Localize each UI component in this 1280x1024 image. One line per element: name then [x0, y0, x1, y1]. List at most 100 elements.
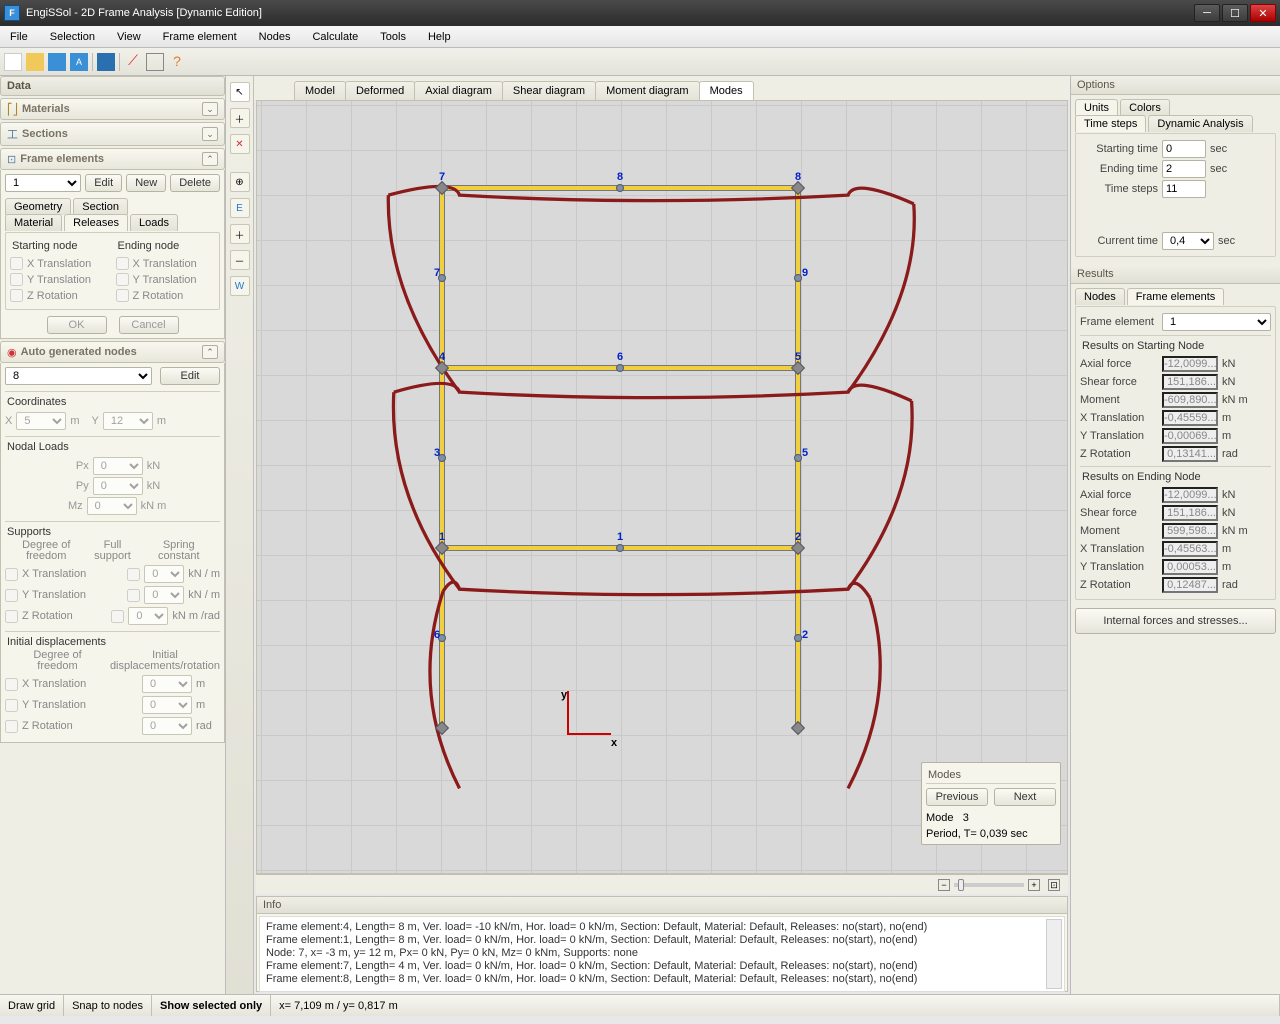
- menu-frame-element[interactable]: Frame element: [159, 29, 241, 45]
- tab-deformed[interactable]: Deformed: [345, 81, 415, 100]
- window-icon[interactable]: [146, 53, 164, 71]
- status-snap[interactable]: Snap to nodes: [64, 995, 152, 1016]
- zoom-in-icon[interactable]: ＋: [230, 224, 250, 244]
- py-input: 0: [93, 477, 143, 495]
- tab-colors[interactable]: Colors: [1120, 99, 1170, 116]
- zoom-fit-icon[interactable]: ⊕: [230, 172, 250, 192]
- tab-material[interactable]: Material: [5, 214, 62, 231]
- autogen-select[interactable]: 8: [5, 367, 152, 385]
- support-x-check: [5, 568, 18, 581]
- next-button[interactable]: Next: [994, 788, 1056, 806]
- materials-header[interactable]: ⎡⎦Materials ⌄: [0, 98, 225, 120]
- maximize-button[interactable]: ☐: [1222, 4, 1248, 22]
- zoom-out-button[interactable]: −: [938, 879, 950, 891]
- x-axis: [567, 733, 611, 735]
- menu-file[interactable]: File: [6, 29, 32, 45]
- menu-calculate[interactable]: Calculate: [308, 29, 362, 45]
- init-z-check: [5, 720, 18, 733]
- start-axial-value: [1162, 356, 1218, 372]
- status-show-selected[interactable]: Show selected only: [152, 995, 271, 1016]
- zoom-out-icon[interactable]: －: [230, 250, 250, 270]
- edit-button[interactable]: Edit: [85, 174, 122, 192]
- start-z-rotation-check: [10, 289, 23, 302]
- new-button[interactable]: New: [126, 174, 166, 192]
- status-coords: x= 7,109 m / y= 0,817 m: [271, 995, 1280, 1016]
- open-file-icon[interactable]: [26, 53, 44, 71]
- tab-model[interactable]: Model: [294, 81, 346, 100]
- chart-icon[interactable]: ⟋: [124, 53, 142, 71]
- current-time-select[interactable]: 0,4: [1162, 232, 1214, 250]
- right-panel: Options Units Colors Time steps Dynamic …: [1070, 76, 1280, 994]
- tab-results-frame-elements[interactable]: Frame elements: [1127, 288, 1224, 305]
- zoom-slider[interactable]: [954, 883, 1024, 887]
- time-steps-input[interactable]: [1162, 180, 1206, 198]
- coordinates-label: Coordinates: [5, 391, 220, 410]
- tab-time-steps[interactable]: Time steps: [1075, 115, 1146, 132]
- zoom-fit-button[interactable]: ⊡: [1048, 879, 1060, 891]
- tab-loads[interactable]: Loads: [130, 214, 178, 231]
- nodal-loads-label: Nodal Loads: [5, 436, 220, 455]
- tab-results-nodes[interactable]: Nodes: [1075, 288, 1125, 305]
- x-axis-label: x: [611, 737, 617, 749]
- tab-section[interactable]: Section: [73, 198, 128, 215]
- delete-button[interactable]: Delete: [170, 174, 220, 192]
- tool-e-icon[interactable]: E: [230, 198, 250, 218]
- close-button[interactable]: ✕: [1250, 4, 1276, 22]
- node: [616, 184, 624, 192]
- menu-nodes[interactable]: Nodes: [255, 29, 295, 45]
- zoom-in-button[interactable]: +: [1028, 879, 1040, 891]
- node: [794, 274, 802, 282]
- previous-button[interactable]: Previous: [926, 788, 988, 806]
- internal-forces-button[interactable]: Internal forces and stresses...: [1075, 608, 1276, 634]
- minimize-button[interactable]: ─: [1194, 4, 1220, 22]
- tab-releases[interactable]: Releases: [64, 214, 128, 231]
- chevron-down-icon[interactable]: ⌄: [202, 102, 218, 116]
- autogen-edit-button[interactable]: Edit: [160, 367, 220, 385]
- tab-shear-diagram[interactable]: Shear diagram: [502, 81, 596, 100]
- help-icon[interactable]: ?: [168, 53, 186, 71]
- end-moment-value: [1162, 523, 1218, 539]
- end-axial-value: [1162, 487, 1218, 503]
- pointer-icon[interactable]: ↖: [230, 82, 250, 102]
- chevron-up-icon[interactable]: ⌃: [202, 345, 218, 359]
- sections-header[interactable]: 工Sections ⌄: [0, 122, 225, 146]
- chevron-down-icon[interactable]: ⌄: [202, 127, 218, 141]
- tool-w-icon[interactable]: W: [230, 276, 250, 296]
- results-header: Results: [1071, 265, 1280, 284]
- frame-elements-header[interactable]: ⊡Frame elements ⌃: [0, 148, 225, 170]
- start-moment-value: [1162, 392, 1218, 408]
- end-zr-value: [1162, 577, 1218, 593]
- start-zr-value: [1162, 446, 1218, 462]
- add-node-icon[interactable]: ＋: [230, 108, 250, 128]
- info-header: Info: [257, 897, 1067, 914]
- supports-label: Supports: [5, 521, 220, 540]
- tab-modes[interactable]: Modes: [699, 81, 754, 100]
- starting-node-label: Starting node: [10, 237, 110, 254]
- starting-time-input[interactable]: [1162, 140, 1206, 158]
- tab-units[interactable]: Units: [1075, 99, 1118, 116]
- menu-selection[interactable]: Selection: [46, 29, 99, 45]
- menu-help[interactable]: Help: [424, 29, 455, 45]
- window-title: EngiSSol - 2D Frame Analysis [Dynamic Ed…: [26, 7, 262, 19]
- save-as-icon[interactable]: A: [70, 53, 88, 71]
- mz-input: 0: [87, 497, 137, 515]
- tab-dynamic-analysis[interactable]: Dynamic Analysis: [1148, 115, 1252, 132]
- autogen-nodes-header[interactable]: ◉Auto generated nodes ⌃: [0, 341, 225, 363]
- results-fe-select[interactable]: 1: [1162, 313, 1271, 331]
- tab-moment-diagram[interactable]: Moment diagram: [595, 81, 700, 100]
- ending-time-input[interactable]: [1162, 160, 1206, 178]
- menu-tools[interactable]: Tools: [376, 29, 410, 45]
- tab-axial-diagram[interactable]: Axial diagram: [414, 81, 503, 100]
- menu-view[interactable]: View: [113, 29, 145, 45]
- tab-geometry[interactable]: Geometry: [5, 198, 71, 215]
- delete-icon[interactable]: ✕: [230, 134, 250, 154]
- chevron-up-icon[interactable]: ⌃: [202, 152, 218, 166]
- canvas[interactable]: 7 8 8 7 9 4 6 5 3 5 1 1 2 6 2 y: [256, 100, 1068, 874]
- status-draw-grid[interactable]: Draw grid: [0, 995, 64, 1016]
- scrollbar[interactable]: [1046, 919, 1062, 989]
- start-xt-value: [1162, 410, 1218, 426]
- tool-a-icon[interactable]: [97, 53, 115, 71]
- new-file-icon[interactable]: [4, 53, 22, 71]
- save-icon[interactable]: [48, 53, 66, 71]
- frame-element-select[interactable]: 1: [5, 174, 81, 192]
